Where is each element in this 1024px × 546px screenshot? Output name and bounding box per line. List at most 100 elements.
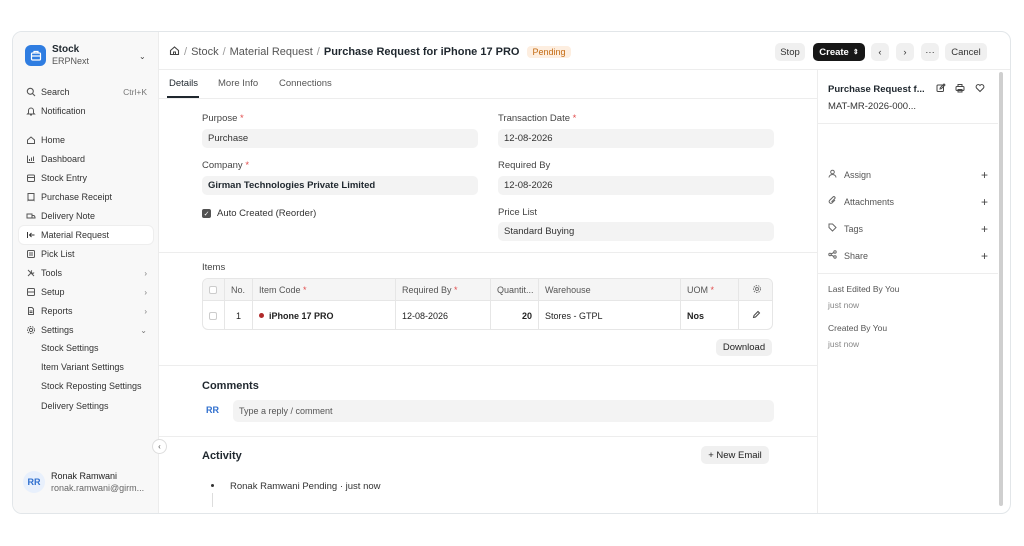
- create-button[interactable]: Create ⇕: [813, 43, 865, 61]
- notification-label: Notification: [41, 106, 86, 116]
- notification-item[interactable]: Notification: [19, 102, 153, 120]
- required-by-field[interactable]: 12-08-2026: [498, 176, 774, 195]
- chevron-right-icon: ›: [903, 46, 907, 58]
- purpose-field[interactable]: Purchase: [202, 129, 478, 148]
- sidebar-subitem-delivery-settings[interactable]: Delivery Settings: [41, 401, 109, 411]
- print-icon[interactable]: [955, 83, 965, 96]
- transaction-date-field[interactable]: 12-08-2026: [498, 129, 774, 148]
- tab-more-info[interactable]: More Info: [218, 78, 258, 89]
- user-name: Ronak Ramwani: [51, 471, 118, 481]
- tab-details[interactable]: Details: [169, 78, 198, 89]
- avatar: RR: [23, 471, 45, 493]
- column-header-label: Required By: [402, 284, 452, 295]
- setup-icon: [25, 287, 36, 298]
- assign-item[interactable]: Assign +: [828, 168, 988, 182]
- chevron-right-icon: ›: [144, 306, 147, 316]
- company-field[interactable]: Girman Technologies Private Limited: [202, 176, 478, 195]
- receipt-icon: [25, 192, 36, 203]
- heart-icon[interactable]: [975, 83, 985, 96]
- row-checkbox[interactable]: [209, 311, 217, 320]
- plus-icon[interactable]: +: [981, 222, 988, 236]
- sidebar-item-delivery-note[interactable]: Delivery Note: [19, 207, 153, 225]
- row-warehouse[interactable]: Stores - GTPL: [539, 301, 681, 329]
- sidebar-item-dashboard[interactable]: Dashboard: [19, 150, 153, 168]
- share-item[interactable]: Share +: [828, 249, 988, 263]
- price-list-field[interactable]: Standard Buying: [498, 222, 774, 241]
- sidebar-subitem-stock-settings[interactable]: Stock Settings: [41, 343, 99, 353]
- comment-input[interactable]: Type a reply / comment: [233, 400, 774, 422]
- search-item[interactable]: Search Ctrl+K: [19, 83, 153, 101]
- transaction-date-label: Transaction Date *: [498, 113, 576, 124]
- gear-icon: [25, 325, 36, 336]
- gear-icon[interactable]: [752, 284, 762, 296]
- column-header-quantity: Quantit...: [491, 279, 539, 300]
- comment-avatar: RR: [206, 405, 219, 415]
- sidebar-item-label: Home: [41, 135, 66, 145]
- chevron-updown-icon: ⇕: [852, 49, 859, 56]
- sidebar-item-purchase-receipt[interactable]: Purchase Receipt: [19, 188, 153, 206]
- column-header-warehouse: Warehouse: [539, 279, 681, 300]
- required-marker: *: [710, 284, 715, 295]
- sidebar: Stock ERPNext ⌄ Search Ctrl+K Notificati…: [13, 32, 159, 513]
- collapse-sidebar-button[interactable]: ‹: [152, 439, 167, 454]
- assign-label: Assign: [844, 169, 872, 180]
- user-menu[interactable]: RR Ronak Ramwani ronak.ramwani@girm...: [23, 470, 144, 494]
- status-dot-icon: [259, 313, 264, 318]
- sidebar-item-label: Reports: [41, 306, 73, 316]
- next-button[interactable]: ›: [896, 43, 914, 61]
- sidebar-item-tools[interactable]: Tools ›: [19, 264, 153, 282]
- sidebar-subitem-item-variant-settings[interactable]: Item Variant Settings: [41, 362, 124, 372]
- stop-button[interactable]: Stop: [775, 43, 805, 61]
- select-all-checkbox[interactable]: [209, 285, 217, 294]
- previous-button[interactable]: ‹: [871, 43, 889, 61]
- auto-created-checkbox[interactable]: ✓: [202, 209, 211, 218]
- column-header-uom: UOM *: [681, 279, 739, 300]
- column-header-label: UOM: [687, 284, 708, 295]
- sidebar-item-stock-entry[interactable]: Stock Entry: [19, 169, 153, 187]
- row-select-cell[interactable]: [203, 301, 225, 329]
- chevron-down-icon[interactable]: ⌄: [139, 52, 146, 61]
- sidebar-item-settings[interactable]: Settings ⌄: [19, 321, 153, 339]
- breadcrumb-material-request[interactable]: Material Request: [230, 46, 313, 58]
- row-uom[interactable]: Nos: [681, 301, 739, 329]
- row-quantity[interactable]: 20: [491, 301, 539, 329]
- new-email-button[interactable]: + New Email: [701, 446, 769, 464]
- breadcrumb-stock[interactable]: Stock: [191, 46, 219, 58]
- row-edit-cell[interactable]: [739, 301, 772, 329]
- select-all-cell[interactable]: [203, 279, 225, 300]
- chevron-down-icon: ⌄: [140, 325, 147, 335]
- sidebar-subitem-stock-reposting-settings[interactable]: Stock Reposting Settings: [41, 381, 142, 391]
- table-row[interactable]: 1 iPhone 17 PRO 12-08-2026 20 Stores - G…: [203, 301, 772, 329]
- sidebar-item-setup[interactable]: Setup ›: [19, 283, 153, 301]
- plus-icon[interactable]: +: [981, 195, 988, 209]
- row-required-by[interactable]: 12-08-2026: [396, 301, 491, 329]
- sidebar-item-pick-list[interactable]: Pick List: [19, 245, 153, 263]
- sidebar-item-home[interactable]: Home: [19, 131, 153, 149]
- list-icon: [25, 249, 36, 260]
- file-icon: [25, 306, 36, 317]
- tags-item[interactable]: Tags +: [828, 222, 988, 236]
- section-divider: [159, 436, 817, 437]
- row-no: 1: [225, 301, 253, 329]
- document-sidebar: Purchase Request f... MAT-MR-2026-000...…: [817, 70, 998, 513]
- plus-icon[interactable]: +: [981, 168, 988, 182]
- tab-connections[interactable]: Connections: [279, 78, 332, 89]
- sidebar-item-material-request[interactable]: Material Request: [19, 226, 153, 244]
- plus-icon[interactable]: +: [981, 249, 988, 263]
- sidebar-item-reports[interactable]: Reports ›: [19, 302, 153, 320]
- pencil-icon[interactable]: [752, 310, 761, 321]
- scrollbar[interactable]: [999, 72, 1003, 506]
- column-settings-cell[interactable]: [739, 279, 772, 300]
- breadcrumb-separator: /: [184, 46, 188, 58]
- download-button[interactable]: Download: [716, 339, 772, 356]
- row-item-code[interactable]: iPhone 17 PRO: [253, 301, 396, 329]
- home-icon[interactable]: [169, 45, 180, 59]
- more-button[interactable]: ···: [921, 43, 939, 61]
- tab-bar: Details More Info Connections: [159, 70, 817, 99]
- panel-divider: [818, 123, 998, 124]
- app-switcher[interactable]: Stock ERPNext: [25, 44, 89, 67]
- cancel-button[interactable]: Cancel: [945, 43, 987, 61]
- attachments-item[interactable]: Attachments +: [828, 195, 988, 209]
- items-section-label: Items: [202, 262, 226, 273]
- edit-icon[interactable]: [936, 83, 946, 96]
